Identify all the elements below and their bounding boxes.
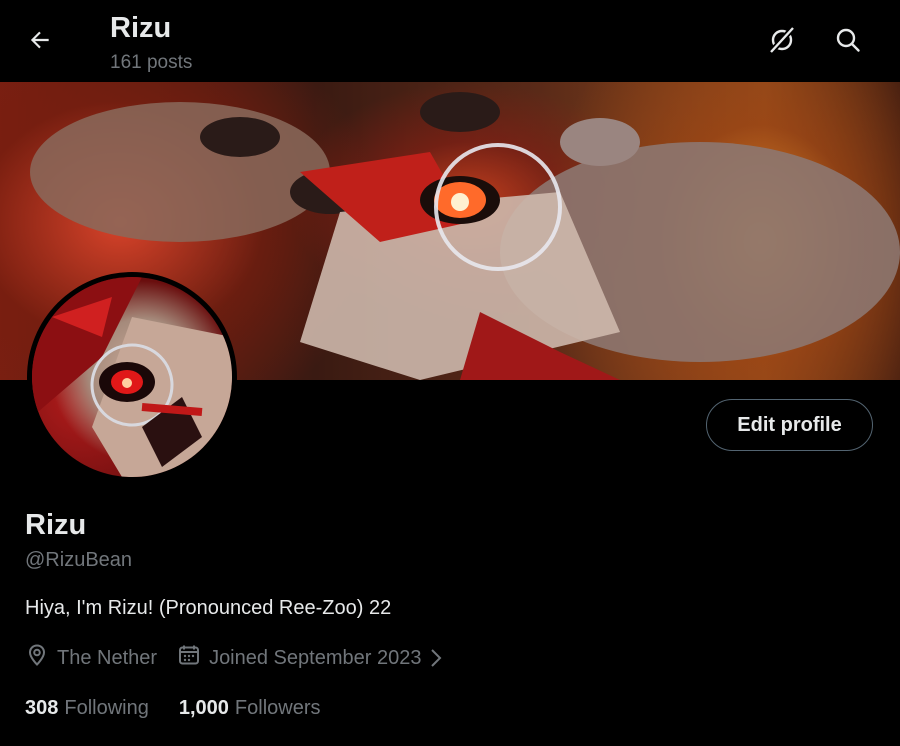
arrow-left-icon xyxy=(27,27,53,58)
following-link[interactable]: 308 Following xyxy=(25,697,149,720)
user-handle: @RizuBean xyxy=(25,549,133,571)
followers-link[interactable]: 1,000 Followers xyxy=(179,697,321,720)
avatar-image xyxy=(32,277,232,477)
edit-profile-button[interactable]: Edit profile xyxy=(706,399,873,451)
joined-text: Joined September 2023 xyxy=(209,646,422,669)
back-button[interactable] xyxy=(20,22,60,62)
following-label: Following xyxy=(64,697,149,719)
following-count: 308 xyxy=(25,697,59,719)
avatar[interactable] xyxy=(27,272,237,482)
location-pin-icon xyxy=(25,643,57,673)
followers-label: Followers xyxy=(234,697,321,719)
page-title: Rizu xyxy=(110,12,172,44)
bio-text: Hiya, I'm Rizu! (Pronounced Ree-Zoo) 22 xyxy=(25,597,392,619)
search-button[interactable] xyxy=(826,20,870,64)
location-text: The Nether xyxy=(57,646,158,669)
chevron-right-icon[interactable] xyxy=(429,648,451,668)
search-icon xyxy=(835,27,861,58)
grok-button[interactable] xyxy=(760,20,804,64)
header-title-block: Rizu 161 posts xyxy=(110,12,192,74)
top-bar: Rizu 161 posts xyxy=(0,0,900,82)
follow-stats: 308 Following 1,000 Followers xyxy=(25,697,321,720)
post-count: 161 posts xyxy=(110,52,193,73)
calendar-icon xyxy=(177,643,209,673)
display-name: Rizu xyxy=(25,509,87,541)
location-item: The Nether xyxy=(25,643,157,673)
grok-icon xyxy=(768,26,796,59)
followers-count: 1,000 xyxy=(178,697,229,719)
profile-meta: The Nether Joined September 2023 xyxy=(25,644,451,672)
joined-item: Joined September 2023 xyxy=(177,643,451,673)
